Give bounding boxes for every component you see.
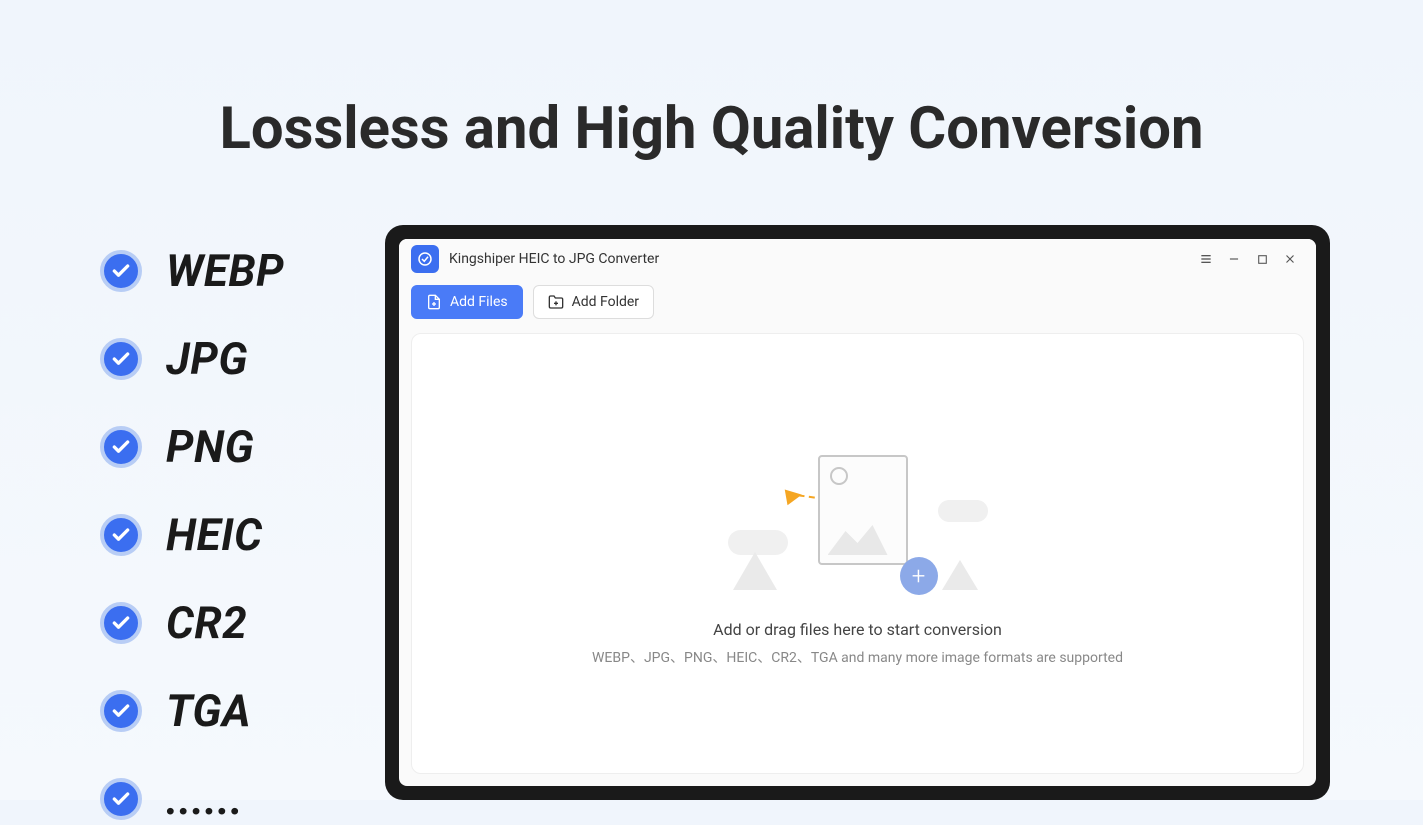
dropzone-text: Add or drag files here to start conversi…	[713, 620, 1002, 639]
check-icon	[100, 426, 142, 468]
format-item: TGA	[100, 685, 284, 737]
titlebar: Kingshiper HEIC to JPG Converter	[399, 239, 1316, 279]
add-folder-label: Add Folder	[572, 294, 639, 310]
close-button[interactable]	[1276, 245, 1304, 273]
format-list: WEBP JPG PNG HEIC CR2 TGA ......	[100, 245, 284, 825]
format-label: ......	[166, 773, 243, 825]
toolbar: Add Files Add Folder	[399, 279, 1316, 333]
minimize-button[interactable]	[1220, 245, 1248, 273]
check-icon	[100, 602, 142, 644]
plus-icon: +	[900, 557, 938, 595]
check-icon	[100, 250, 142, 292]
check-icon	[100, 338, 142, 380]
file-plus-icon	[426, 294, 442, 310]
format-item: HEIC	[100, 509, 284, 561]
app-title: Kingshiper HEIC to JPG Converter	[449, 251, 659, 267]
format-label: WEBP	[166, 245, 284, 297]
add-files-button[interactable]: Add Files	[411, 285, 523, 319]
app-frame: Kingshiper HEIC to JPG Converter Add Fil…	[385, 225, 1330, 800]
format-label: JPG	[166, 333, 248, 385]
add-folder-button[interactable]: Add Folder	[533, 285, 654, 319]
format-item: JPG	[100, 333, 284, 385]
check-icon	[100, 690, 142, 732]
dropzone-illustration: +	[728, 440, 988, 600]
add-files-label: Add Files	[450, 294, 508, 310]
dropzone[interactable]: + Add or drag files here to start conver…	[411, 333, 1304, 774]
format-item: PNG	[100, 421, 284, 473]
format-item: CR2	[100, 597, 284, 649]
folder-plus-icon	[548, 294, 564, 310]
maximize-button[interactable]	[1248, 245, 1276, 273]
format-item: WEBP	[100, 245, 284, 297]
page-headline: Lossless and High Quality Conversion	[220, 95, 1204, 163]
app-window: Kingshiper HEIC to JPG Converter Add Fil…	[399, 239, 1316, 786]
image-frame-icon	[818, 455, 908, 565]
check-icon	[100, 778, 142, 820]
format-item: ......	[100, 773, 284, 825]
format-label: HEIC	[166, 509, 263, 561]
check-icon	[100, 514, 142, 556]
paper-plane-icon	[784, 487, 803, 506]
app-logo-icon	[411, 245, 439, 273]
format-label: CR2	[166, 597, 247, 649]
format-label: TGA	[166, 685, 251, 737]
menu-icon[interactable]	[1192, 245, 1220, 273]
format-label: PNG	[166, 421, 254, 473]
dropzone-subtext: WEBP、JPG、PNG、HEIC、CR2、TGA and many more …	[592, 647, 1123, 667]
